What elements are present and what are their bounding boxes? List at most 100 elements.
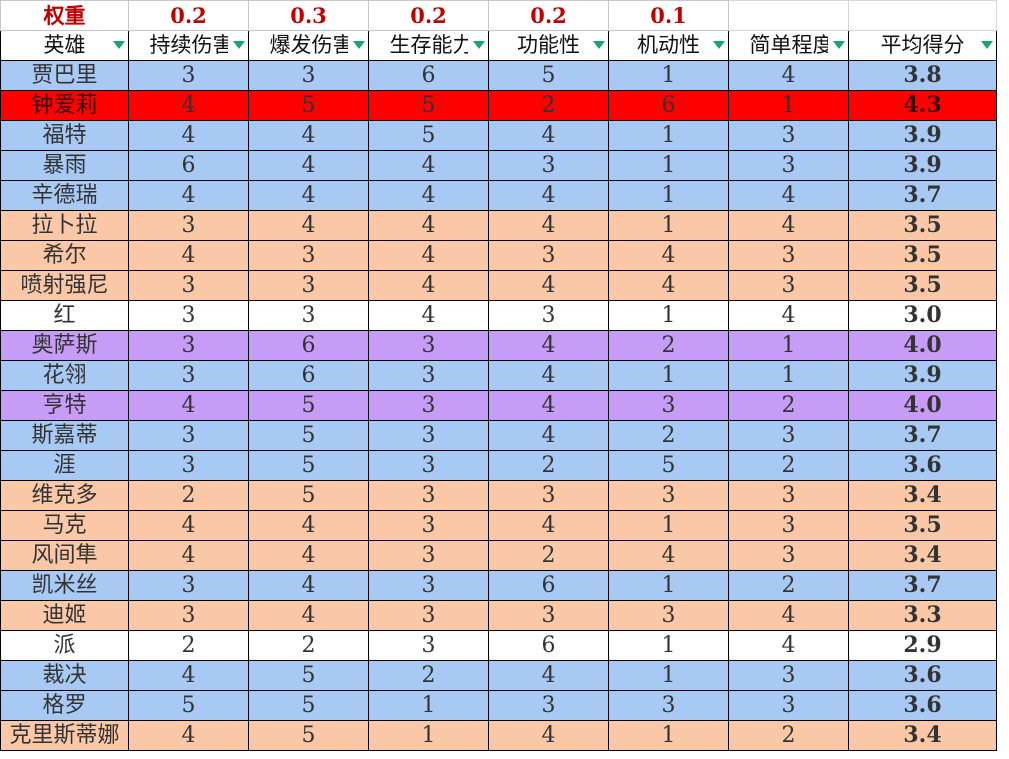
column-header-mobility[interactable]: 机动性 xyxy=(608,30,729,61)
score-cell-sustained_damage[interactable]: 4 xyxy=(128,180,249,211)
score-cell-ease[interactable]: 2 xyxy=(728,390,849,421)
filter-dropdown-icon[interactable] xyxy=(353,41,365,49)
score-cell-mobility[interactable]: 1 xyxy=(608,120,729,151)
score-cell-sustained_damage[interactable]: 3 xyxy=(128,450,249,481)
score-cell-survivability[interactable]: 3 xyxy=(368,540,489,571)
score-cell-survivability[interactable]: 4 xyxy=(368,180,489,211)
hero-name-cell[interactable]: 马克 xyxy=(0,510,129,541)
score-cell-sustained_damage[interactable]: 3 xyxy=(128,300,249,331)
score-cell-sustained_damage[interactable]: 4 xyxy=(128,540,249,571)
score-cell-survivability[interactable]: 4 xyxy=(368,210,489,241)
score-cell-burst_damage[interactable]: 5 xyxy=(248,690,369,721)
hero-name-cell[interactable]: 奥萨斯 xyxy=(0,330,129,361)
empty-cell[interactable] xyxy=(728,0,849,31)
score-cell-ease[interactable]: 3 xyxy=(728,420,849,451)
average-score-cell[interactable]: 3.5 xyxy=(848,510,997,541)
score-cell-ease[interactable]: 3 xyxy=(728,660,849,691)
score-cell-sustained_damage[interactable]: 3 xyxy=(128,600,249,631)
average-score-cell[interactable]: 3.4 xyxy=(848,540,997,571)
column-header-sustained_damage[interactable]: 持续伤害 xyxy=(128,30,249,61)
score-cell-mobility[interactable]: 3 xyxy=(608,480,729,511)
score-cell-survivability[interactable]: 4 xyxy=(368,240,489,271)
score-cell-burst_damage[interactable]: 5 xyxy=(248,390,369,421)
score-cell-utility[interactable]: 2 xyxy=(488,540,609,571)
column-header-survivability[interactable]: 生存能力 xyxy=(368,30,489,61)
score-cell-mobility[interactable]: 2 xyxy=(608,420,729,451)
hero-name-cell[interactable]: 迪姬 xyxy=(0,600,129,631)
average-score-cell[interactable]: 4.0 xyxy=(848,390,997,421)
hero-name-cell[interactable]: 风间隼 xyxy=(0,540,129,571)
weight-cell[interactable]: 0.1 xyxy=(608,0,729,31)
weight-cell[interactable]: 0.3 xyxy=(248,0,369,31)
column-header-hero[interactable]: 英雄 xyxy=(0,30,129,61)
score-cell-utility[interactable]: 4 xyxy=(488,210,609,241)
score-cell-survivability[interactable]: 6 xyxy=(368,60,489,91)
hero-name-cell[interactable]: 希尔 xyxy=(0,240,129,271)
average-score-cell[interactable]: 3.7 xyxy=(848,420,997,451)
hero-name-cell[interactable]: 拉卜拉 xyxy=(0,210,129,241)
column-header-burst_damage[interactable]: 爆发伤害 xyxy=(248,30,369,61)
filter-dropdown-icon[interactable] xyxy=(833,41,845,49)
score-cell-burst_damage[interactable]: 5 xyxy=(248,420,369,451)
score-cell-ease[interactable]: 3 xyxy=(728,510,849,541)
average-score-cell[interactable]: 3.8 xyxy=(848,60,997,91)
average-score-cell[interactable]: 3.5 xyxy=(848,270,997,301)
score-cell-sustained_damage[interactable]: 3 xyxy=(128,210,249,241)
score-cell-utility[interactable]: 4 xyxy=(488,720,609,751)
score-cell-survivability[interactable]: 3 xyxy=(368,390,489,421)
score-cell-survivability[interactable]: 1 xyxy=(368,690,489,721)
average-score-cell[interactable]: 3.6 xyxy=(848,450,997,481)
hero-name-cell[interactable]: 福特 xyxy=(0,120,129,151)
score-cell-sustained_damage[interactable]: 4 xyxy=(128,390,249,421)
filter-dropdown-icon[interactable] xyxy=(233,41,245,49)
average-score-cell[interactable]: 4.3 xyxy=(848,90,997,121)
filter-dropdown-icon[interactable] xyxy=(113,41,125,49)
score-cell-utility[interactable]: 5 xyxy=(488,60,609,91)
score-cell-mobility[interactable]: 1 xyxy=(608,660,729,691)
score-cell-survivability[interactable]: 3 xyxy=(368,420,489,451)
score-cell-burst_damage[interactable]: 3 xyxy=(248,270,369,301)
score-cell-utility[interactable]: 3 xyxy=(488,300,609,331)
score-cell-mobility[interactable]: 4 xyxy=(608,270,729,301)
score-cell-ease[interactable]: 1 xyxy=(728,90,849,121)
score-cell-sustained_damage[interactable]: 2 xyxy=(128,630,249,661)
score-cell-utility[interactable]: 2 xyxy=(488,90,609,121)
score-cell-utility[interactable]: 4 xyxy=(488,180,609,211)
hero-name-cell[interactable]: 派 xyxy=(0,630,129,661)
score-cell-utility[interactable]: 3 xyxy=(488,240,609,271)
score-cell-burst_damage[interactable]: 4 xyxy=(248,120,369,151)
hero-name-cell[interactable]: 凯米丝 xyxy=(0,570,129,601)
score-cell-sustained_damage[interactable]: 3 xyxy=(128,60,249,91)
score-cell-survivability[interactable]: 4 xyxy=(368,150,489,181)
average-score-cell[interactable]: 3.7 xyxy=(848,180,997,211)
score-cell-ease[interactable]: 3 xyxy=(728,150,849,181)
score-cell-survivability[interactable]: 3 xyxy=(368,570,489,601)
score-cell-mobility[interactable]: 1 xyxy=(608,60,729,91)
hero-name-cell[interactable]: 辛德瑞 xyxy=(0,180,129,211)
score-cell-utility[interactable]: 4 xyxy=(488,510,609,541)
score-cell-burst_damage[interactable]: 5 xyxy=(248,450,369,481)
score-cell-burst_damage[interactable]: 4 xyxy=(248,600,369,631)
score-cell-burst_damage[interactable]: 4 xyxy=(248,210,369,241)
score-cell-survivability[interactable]: 4 xyxy=(368,300,489,331)
score-cell-ease[interactable]: 2 xyxy=(728,450,849,481)
score-cell-sustained_damage[interactable]: 3 xyxy=(128,570,249,601)
score-cell-survivability[interactable]: 3 xyxy=(368,480,489,511)
score-cell-utility[interactable]: 6 xyxy=(488,630,609,661)
score-cell-mobility[interactable]: 3 xyxy=(608,690,729,721)
score-cell-burst_damage[interactable]: 5 xyxy=(248,660,369,691)
score-cell-survivability[interactable]: 3 xyxy=(368,330,489,361)
score-cell-ease[interactable]: 3 xyxy=(728,690,849,721)
score-cell-burst_damage[interactable]: 5 xyxy=(248,90,369,121)
hero-name-cell[interactable]: 格罗 xyxy=(0,690,129,721)
score-cell-mobility[interactable]: 1 xyxy=(608,570,729,601)
score-cell-utility[interactable]: 4 xyxy=(488,360,609,391)
average-score-cell[interactable]: 3.4 xyxy=(848,480,997,511)
average-score-cell[interactable]: 3.9 xyxy=(848,120,997,151)
average-score-cell[interactable]: 4.0 xyxy=(848,330,997,361)
filter-dropdown-icon[interactable] xyxy=(981,41,993,49)
score-cell-utility[interactable]: 4 xyxy=(488,390,609,421)
score-cell-sustained_damage[interactable]: 5 xyxy=(128,690,249,721)
score-cell-sustained_damage[interactable]: 3 xyxy=(128,420,249,451)
score-cell-ease[interactable]: 3 xyxy=(728,270,849,301)
